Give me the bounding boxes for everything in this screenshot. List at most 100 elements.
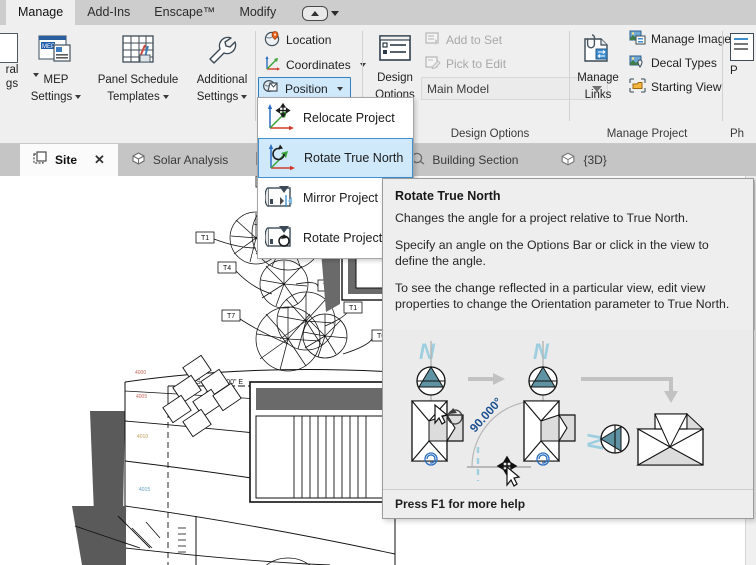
ribbon-panel-settings: ral gs MEP MEP Settings Panel Schedule T… (0, 25, 256, 143)
phasing-clipped-label: P (730, 65, 738, 77)
chevron-down-icon[interactable] (331, 11, 340, 16)
svg-text:4000: 4000 (135, 370, 146, 376)
revit-window: Manage Add-Ins Enscape™ Modify ral gs ME… (0, 0, 756, 565)
chevron-down-icon[interactable] (75, 94, 82, 99)
svg-text:MEP: MEP (42, 44, 55, 50)
ribbon-panel-manage-project: Manage Links Manage Images Decal Types S… (571, 25, 737, 143)
location-label: Location (286, 33, 332, 47)
svg-text:4005: 4005 (136, 394, 147, 400)
chevron-down-icon[interactable] (162, 94, 169, 99)
ribbon-tab-strip: Manage Add-Ins Enscape™ Modify (0, 0, 756, 25)
ribbon-tab-list: Manage Add-Ins Enscape™ Modify (0, 0, 756, 25)
decal-types-icon (629, 53, 646, 73)
tooltip-body: Rotate True North Changes the angle for … (383, 179, 753, 329)
panel-schedule-label-1: Panel Schedule (97, 74, 179, 86)
ribbon-tab-manage[interactable]: Manage (6, 0, 76, 25)
menu-item-mirror-project-label: Mirror Project (303, 191, 379, 205)
decal-types-label: Decal Types (651, 56, 717, 70)
add-to-set-icon (424, 30, 441, 50)
tree-tag: T4 (223, 265, 231, 272)
panel-schedule-icon (118, 33, 158, 70)
menu-item-rotate-true-north[interactable]: Rotate True North (258, 138, 413, 178)
flow-arrow (468, 373, 505, 385)
coordinates-axes-icon (264, 55, 281, 75)
3d-view-icon (131, 151, 146, 169)
menu-item-rotate-project-north-label: Rotate Project N (303, 231, 395, 245)
tree-tag: T1 (349, 305, 357, 312)
mirror-project-icon (264, 182, 295, 215)
chevron-down-icon[interactable] (241, 94, 248, 99)
view-tab-site-label: Site (55, 153, 78, 167)
design-option-value: Main Model (427, 81, 490, 96)
menu-item-relocate-project-label: Relocate Project (303, 111, 395, 125)
paving-stones (162, 354, 242, 438)
additional-settings-label-1: Additional (196, 74, 248, 86)
view-tab-solar-analysis[interactable]: Solar Analysis (118, 144, 241, 176)
manage-links-button[interactable]: Manage Links (567, 27, 629, 102)
mep-settings-icon: MEP (36, 33, 76, 70)
mep-settings-label-1: MEP (43, 74, 69, 86)
wrench-icon (202, 33, 242, 70)
add-to-set-button[interactable]: Add to Set (420, 28, 506, 52)
rotate-true-north-icon (266, 142, 296, 175)
floor-plan-icon (33, 151, 48, 169)
menu-item-relocate-project[interactable]: Relocate Project (258, 98, 413, 138)
view-tab-3d[interactable]: {3D} (547, 144, 619, 176)
angle-label: 90.000° (467, 395, 505, 435)
additional-settings-label-2: Settings (197, 90, 248, 104)
panel-title-manage-project: Manage Project (606, 128, 688, 140)
tooltip-rotate-true-north: Rotate True North Changes the angle for … (382, 178, 754, 519)
view-tab-building-section-label: Building Section (432, 153, 519, 167)
additional-settings-button[interactable]: Additional Settings (180, 27, 264, 104)
decal-types-button[interactable]: Decal Types (625, 51, 721, 75)
view-tab-site[interactable]: Site ✕ (20, 144, 118, 176)
tree-tag: T1 (201, 235, 209, 242)
menu-item-rotate-true-north-label: Rotate True North (304, 151, 404, 165)
globe-pin-icon (264, 30, 281, 50)
ribbon-tab-add-ins[interactable]: Add-Ins (75, 0, 142, 25)
panel-title-phasing: Ph (730, 128, 745, 140)
close-icon[interactable]: ✕ (94, 152, 105, 168)
add-to-set-label: Add to Set (446, 33, 503, 47)
panel-schedule-templates-button[interactable]: Panel Schedule Templates (88, 27, 188, 104)
chevron-down-icon[interactable] (336, 87, 343, 91)
pick-to-edit-icon (424, 54, 441, 74)
view-tab-building-section[interactable]: Building Section (397, 144, 531, 176)
mep-settings-label-2: Settings (31, 90, 82, 104)
ribbon-minimize-control[interactable] (302, 6, 340, 25)
ribbon-tab-enscape[interactable]: Enscape™ (142, 0, 227, 25)
starting-view-label: Starting View (651, 80, 722, 94)
ribbon-collapse-icon[interactable] (302, 6, 329, 21)
tooltip-footer: Press F1 for more help (383, 489, 753, 518)
manage-links-icon (579, 33, 617, 68)
north-label-middle: N (533, 339, 550, 364)
design-options-icon (376, 33, 414, 68)
pick-to-edit-button[interactable]: Pick to Edit (420, 52, 510, 76)
starting-view-button[interactable]: Starting View (625, 75, 725, 99)
mep-settings-button[interactable]: MEP MEP Settings (14, 27, 98, 104)
panel-separator (255, 31, 256, 121)
svg-text:4010: 4010 (137, 434, 148, 440)
tooltip-illustration: N 90.000° N N (383, 329, 753, 489)
ribbon-tab-modify[interactable]: Modify (227, 0, 288, 25)
manage-links-label-2: Links (584, 89, 612, 101)
rotate-project-north-icon (264, 222, 295, 255)
position-icon (262, 79, 280, 99)
design-options-button[interactable]: Design Options (364, 27, 426, 102)
flow-arrow (581, 377, 673, 393)
location-button[interactable]: Location (260, 28, 335, 52)
panel-separator (722, 31, 723, 121)
relocate-project-icon (265, 102, 295, 135)
panel-schedule-label-2: Templates (107, 90, 169, 104)
panel-title-design-options: Design Options (450, 128, 530, 140)
manage-images-icon (629, 29, 646, 49)
phasing-icon (730, 33, 754, 61)
svg-text:4015: 4015 (139, 487, 150, 493)
coordinates-button[interactable]: Coordinates (260, 53, 370, 77)
view-tab-3d-label: {3D} (583, 153, 607, 167)
north-label-left: N (419, 339, 436, 364)
3d-view-icon (560, 151, 576, 170)
view-tab-solar-analysis-label: Solar Analysis (152, 153, 229, 167)
tooltip-paragraph-1: Changes the angle for a project relative… (395, 211, 689, 225)
tooltip-paragraph-2: Specify an angle on the Options Bar or c… (395, 238, 709, 268)
